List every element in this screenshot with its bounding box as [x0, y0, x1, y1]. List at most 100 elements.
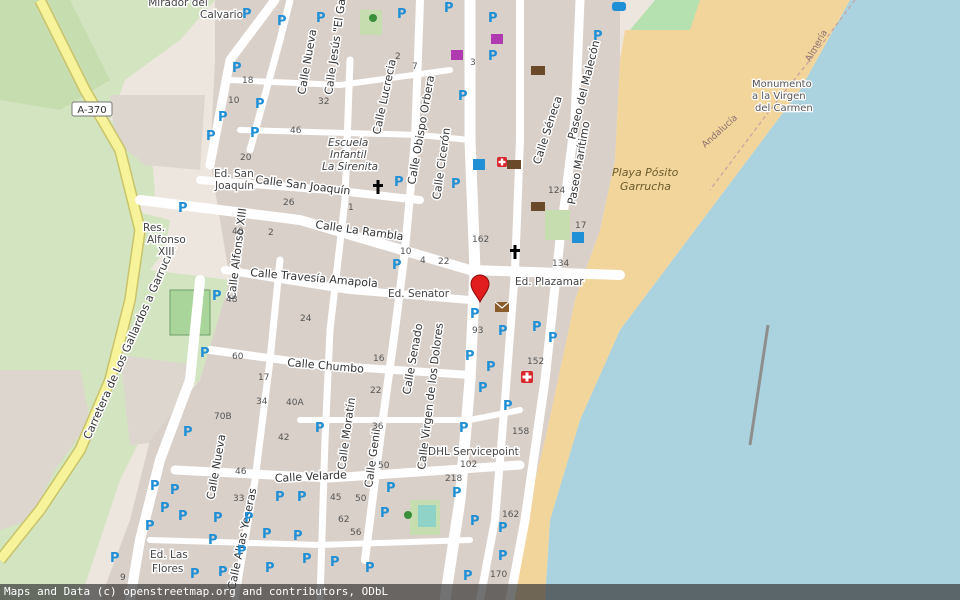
park: [545, 210, 570, 240]
parking-icon[interactable]: P: [392, 258, 402, 273]
hotel-icon[interactable]: [451, 50, 463, 60]
parking-icon[interactable]: P: [486, 360, 496, 375]
pharmacy-icon[interactable]: [521, 371, 533, 383]
parking-icon[interactable]: P: [244, 511, 254, 526]
svg-text:22: 22: [438, 257, 449, 267]
shop-icon[interactable]: [531, 202, 545, 211]
parking-icon[interactable]: P: [206, 129, 216, 144]
parking-icon[interactable]: P: [150, 479, 160, 494]
park: [360, 10, 382, 35]
parking-icon[interactable]: P: [488, 11, 498, 26]
parking-icon[interactable]: P: [212, 289, 222, 304]
parking-icon[interactable]: P: [232, 61, 242, 76]
parking-icon[interactable]: P: [262, 527, 272, 542]
info-icon[interactable]: [473, 159, 485, 170]
svg-text:32: 32: [318, 97, 329, 107]
svg-text:46: 46: [235, 467, 247, 477]
parking-icon[interactable]: P: [394, 175, 404, 190]
parking-icon[interactable]: P: [459, 421, 469, 436]
parking-icon[interactable]: P: [470, 307, 480, 322]
svg-text:158: 158: [512, 427, 529, 437]
parking-icon[interactable]: P: [470, 514, 480, 529]
parking-icon[interactable]: P: [532, 320, 542, 335]
parking-icon[interactable]: P: [190, 567, 200, 582]
parking-icon[interactable]: P: [145, 519, 155, 534]
parking-icon[interactable]: P: [365, 561, 375, 576]
road-shield-a370: A-370: [71, 101, 113, 117]
map-view[interactable]: Mirador del Calvario A-370 Calle Nueva C…: [0, 0, 960, 600]
svg-text:22: 22: [370, 386, 381, 396]
car-icon[interactable]: [612, 2, 626, 11]
parking-icon[interactable]: P: [380, 506, 390, 521]
parking-icon[interactable]: P: [297, 490, 307, 505]
parking-icon[interactable]: P: [465, 349, 475, 364]
parking-icon[interactable]: P: [478, 381, 488, 396]
shop-icon[interactable]: [507, 160, 521, 169]
svg-text:34: 34: [256, 397, 268, 407]
parking-icon[interactable]: P: [302, 552, 312, 567]
parking-icon[interactable]: P: [498, 521, 508, 536]
parking-icon[interactable]: P: [242, 7, 252, 22]
parking-icon[interactable]: P: [458, 89, 468, 104]
playground-icon: [404, 511, 412, 519]
svg-text:10: 10: [400, 247, 412, 257]
parking-icon[interactable]: P: [498, 324, 508, 339]
parking-icon[interactable]: P: [208, 533, 218, 548]
parking-icon[interactable]: P: [397, 7, 407, 22]
parking-icon[interactable]: P: [178, 201, 188, 216]
parking-icon[interactable]: P: [451, 177, 461, 192]
svg-text:42: 42: [278, 433, 289, 443]
parking-icon[interactable]: P: [277, 14, 287, 29]
svg-text:70B: 70B: [214, 412, 232, 422]
parking-icon[interactable]: P: [593, 29, 603, 44]
parking-icon[interactable]: P: [293, 529, 303, 544]
parking-icon[interactable]: P: [503, 399, 513, 414]
parking-icon[interactable]: P: [463, 569, 473, 584]
parking-icon[interactable]: P: [315, 421, 325, 436]
parking-icon[interactable]: P: [548, 331, 558, 346]
parking-icon[interactable]: P: [218, 565, 228, 580]
parking-icon[interactable]: P: [200, 346, 210, 361]
parking-icon[interactable]: P: [316, 11, 326, 26]
svg-text:50: 50: [355, 494, 367, 504]
parking-icon[interactable]: P: [452, 486, 462, 501]
pharmacy-icon[interactable]: [497, 157, 507, 167]
parking-icon[interactable]: P: [275, 490, 285, 505]
parking-icon[interactable]: P: [488, 49, 498, 64]
label-escuela: Infantil: [330, 149, 367, 161]
label-ed-senator: Ed. Senator: [388, 288, 450, 300]
parking-icon[interactable]: P: [170, 483, 180, 498]
label-playa: Playa Pósito: [612, 166, 679, 179]
parking-icon[interactable]: P: [213, 511, 223, 526]
parking-icon[interactable]: P: [160, 501, 170, 516]
svg-text:45: 45: [330, 493, 341, 503]
label-ed-las-flores: Flores: [152, 563, 183, 575]
parking-icon[interactable]: P: [250, 126, 260, 141]
shop-icon[interactable]: [531, 66, 545, 75]
svg-text:62: 62: [338, 515, 349, 525]
parking-icon[interactable]: P: [110, 551, 120, 566]
post-office-icon[interactable]: [494, 301, 510, 312]
label-monumento: del Carmen: [755, 103, 813, 114]
svg-text:2: 2: [395, 52, 401, 62]
label-res-alfonso: Alfonso: [147, 234, 186, 246]
parking-icon[interactable]: P: [330, 555, 340, 570]
info-icon[interactable]: [572, 232, 584, 243]
svg-text:56: 56: [350, 528, 362, 538]
svg-text:17: 17: [258, 373, 269, 383]
parking-icon[interactable]: P: [265, 561, 275, 576]
label-ed-las-flores: Ed. Las: [150, 549, 188, 561]
road-shield-label: A-370: [77, 105, 106, 116]
label-dhl-number: 102: [460, 460, 477, 470]
parking-icon[interactable]: P: [237, 544, 247, 559]
parking-icon[interactable]: P: [444, 1, 454, 16]
parking-icon[interactable]: P: [178, 509, 188, 524]
parking-icon[interactable]: P: [218, 110, 228, 125]
parking-icon[interactable]: P: [498, 549, 508, 564]
pool: [418, 505, 436, 527]
parking-icon[interactable]: P: [183, 425, 193, 440]
parking-icon[interactable]: P: [386, 481, 396, 496]
hotel-icon[interactable]: [491, 34, 503, 44]
svg-text:162: 162: [502, 510, 519, 520]
parking-icon[interactable]: P: [255, 97, 265, 112]
